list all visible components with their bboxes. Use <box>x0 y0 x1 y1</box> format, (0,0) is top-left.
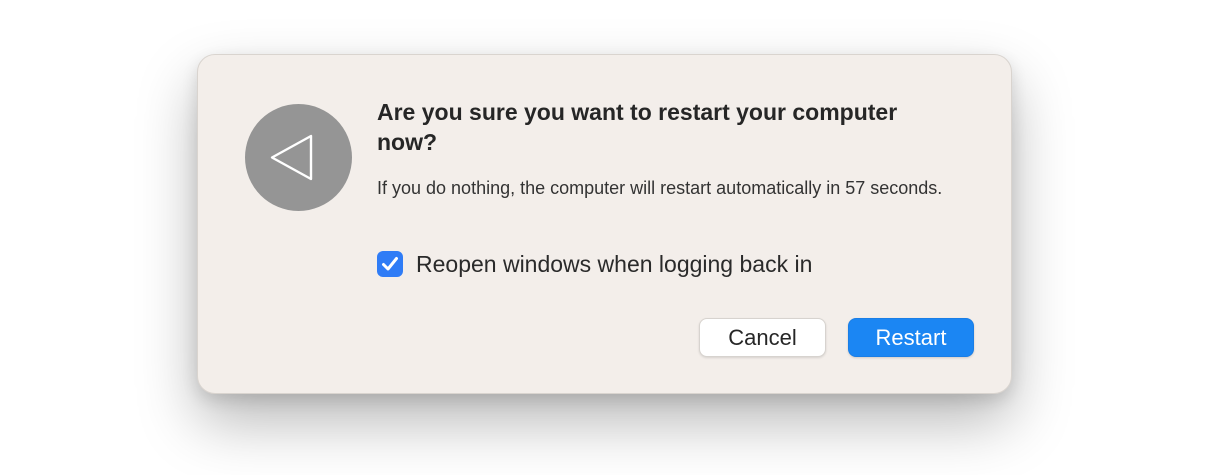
dialog-title: Are you sure you want to restart your co… <box>377 99 898 155</box>
checkmark-icon <box>382 257 398 271</box>
restart-back-arrow-icon <box>245 104 352 211</box>
cancel-button[interactable]: Cancel <box>699 318 826 357</box>
reopen-windows-checkbox[interactable] <box>377 251 403 277</box>
desktop-background: Are you sure you want to restart your co… <box>0 0 1216 475</box>
restart-confirmation-dialog: Are you sure you want to restart your co… <box>197 54 1012 394</box>
reopen-windows-label[interactable]: Reopen windows when logging back in <box>416 249 812 279</box>
dialog-message: If you do nothing, the computer will res… <box>377 178 943 198</box>
reopen-windows-option[interactable]: Reopen windows when logging back in <box>377 249 812 279</box>
restart-button[interactable]: Restart <box>848 318 974 357</box>
